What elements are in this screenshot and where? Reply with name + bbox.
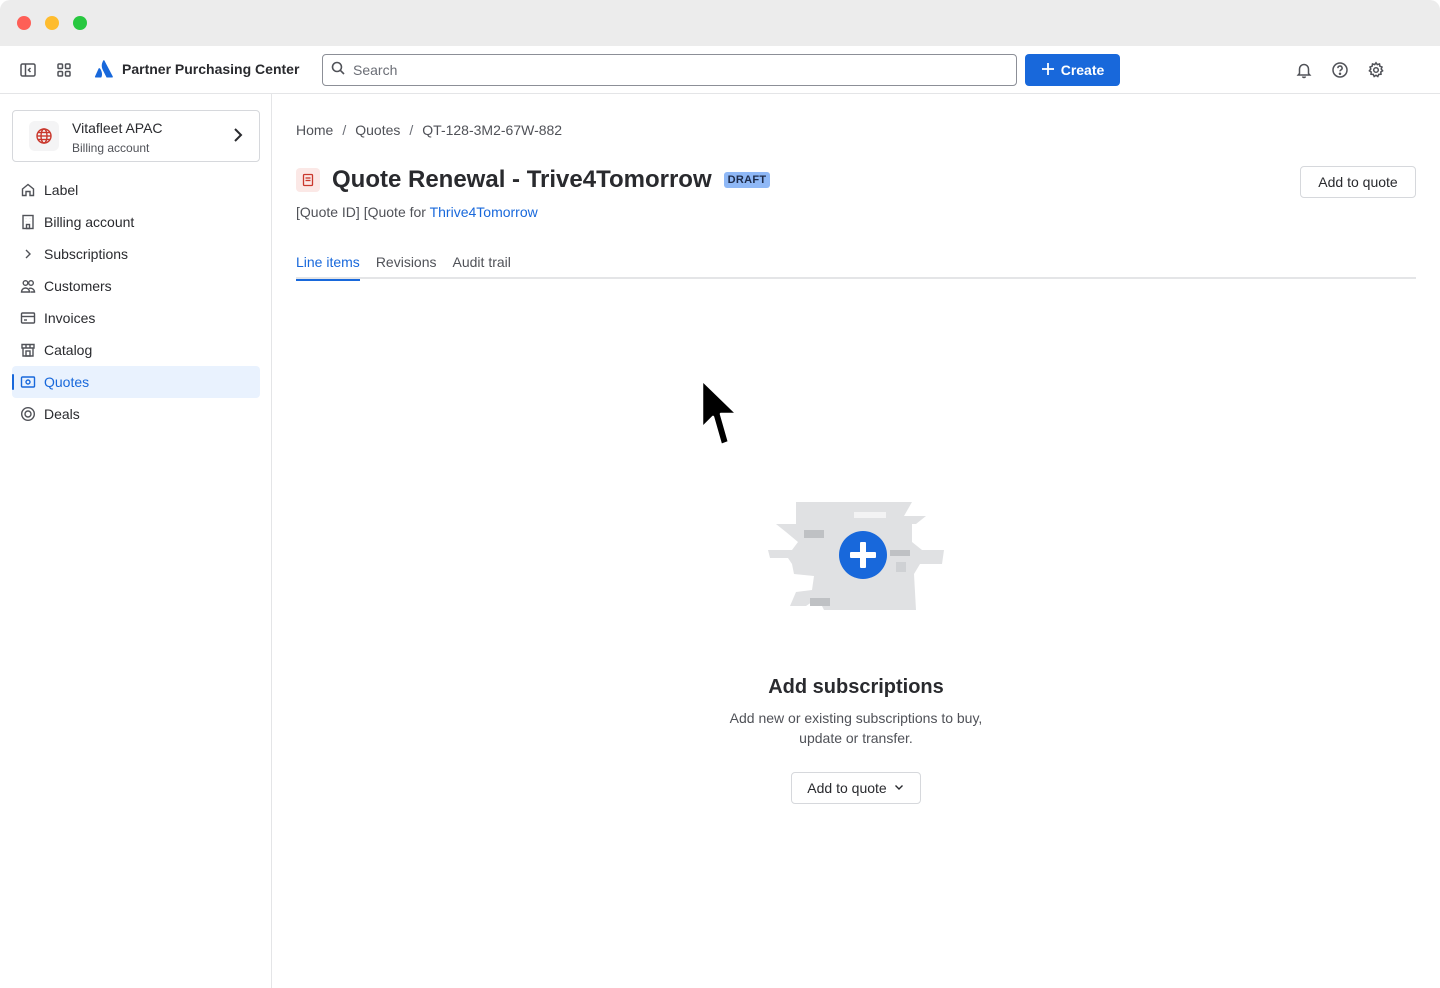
breadcrumb-quote-id[interactable]: QT-128-3M2-67W-882 bbox=[422, 122, 562, 138]
sidebar-item-label[interactable]: Label bbox=[12, 174, 260, 206]
breadcrumb-quotes[interactable]: Quotes bbox=[355, 122, 400, 138]
empty-state-description: Add new or existing subscriptions to buy… bbox=[729, 710, 983, 746]
tab-bar: Line items Revisions Audit trail bbox=[296, 254, 1416, 281]
empty-state-illustration bbox=[766, 494, 946, 619]
document-icon bbox=[296, 168, 320, 192]
people-icon bbox=[20, 278, 36, 294]
status-badge: DRAFT bbox=[723, 172, 771, 188]
add-to-quote-dropdown-button[interactable]: Add to quote bbox=[791, 772, 921, 804]
breadcrumb-separator: / bbox=[409, 122, 414, 138]
card-icon bbox=[20, 310, 36, 326]
chevron-right-icon bbox=[233, 127, 243, 148]
add-to-quote-button[interactable]: Add to quote bbox=[1300, 166, 1416, 198]
sidebar-item-deals[interactable]: Deals bbox=[12, 398, 260, 430]
search-input[interactable] bbox=[353, 62, 993, 78]
sidebar-item-catalog[interactable]: Catalog bbox=[12, 334, 260, 366]
create-button-label: Create bbox=[1060, 62, 1105, 78]
settings-gear-icon[interactable] bbox=[1362, 56, 1390, 84]
sidebar-item-subscriptions[interactable]: Subscriptions bbox=[12, 238, 260, 270]
sidebar-item-billing-account[interactable]: Billing account bbox=[12, 206, 260, 238]
quote-icon bbox=[20, 374, 36, 390]
app-switcher-icon[interactable] bbox=[50, 56, 78, 84]
create-button[interactable]: Create bbox=[1025, 54, 1120, 86]
sidebar-item-text: Deals bbox=[44, 406, 80, 422]
subtitle-prefix: [Quote ID] [Quote for bbox=[296, 204, 430, 220]
sidebar-item-text: Invoices bbox=[44, 310, 96, 326]
page-header: Quote Renewal - Trive4Tomorrow DRAFT bbox=[296, 166, 771, 194]
maximize-window-button[interactable] bbox=[73, 16, 87, 30]
account-subtitle: Billing account bbox=[72, 141, 150, 155]
breadcrumb: Home / Quotes / QT-128-3M2-67W-882 bbox=[296, 122, 562, 138]
globe-icon bbox=[29, 121, 59, 151]
sidebar-item-text: Quotes bbox=[44, 374, 90, 390]
search-icon bbox=[331, 61, 345, 80]
empty-state-title: Add subscriptions bbox=[768, 676, 944, 698]
help-icon[interactable] bbox=[1326, 56, 1354, 84]
window-titlebar bbox=[0, 0, 1440, 46]
sidebar-toggle-icon[interactable] bbox=[14, 56, 42, 84]
main-content: Home / Quotes / QT-128-3M2-67W-882 Quote… bbox=[272, 94, 1440, 988]
sidebar-item-text: Label bbox=[44, 182, 79, 198]
add-to-quote-label: Add to quote bbox=[807, 780, 887, 796]
sidebar-item-customers[interactable]: Customers bbox=[12, 270, 260, 302]
sidebar-item-text: Billing account bbox=[44, 214, 135, 230]
tab-revisions[interactable]: Revisions bbox=[376, 254, 437, 279]
target-icon bbox=[20, 406, 36, 422]
mouse-pointer-icon bbox=[700, 378, 740, 453]
sidebar-item-text: Customers bbox=[44, 278, 112, 294]
search-field[interactable] bbox=[322, 54, 1017, 86]
chevron-down-icon bbox=[893, 780, 905, 796]
quote-subtitle: [Quote ID] [Quote for Thrive4Tomorrow bbox=[296, 204, 538, 220]
breadcrumb-separator: / bbox=[342, 122, 347, 138]
atlassian-logo-icon[interactable] bbox=[94, 59, 114, 79]
tab-audit-trail[interactable]: Audit trail bbox=[453, 254, 511, 279]
sidebar-item-text: Catalog bbox=[44, 342, 93, 358]
sidebar: Vitafleet APAC Billing account Label Bil… bbox=[0, 94, 272, 988]
app-name[interactable]: Partner Purchasing Center bbox=[122, 61, 299, 77]
close-window-button[interactable] bbox=[17, 16, 31, 30]
minimize-window-button[interactable] bbox=[45, 16, 59, 30]
store-icon bbox=[20, 342, 36, 358]
notifications-bell-icon[interactable] bbox=[1290, 56, 1318, 84]
page-title: Quote Renewal - Trive4Tomorrow bbox=[332, 166, 712, 193]
billing-account-switcher[interactable]: Vitafleet APAC Billing account bbox=[12, 110, 260, 162]
home-icon bbox=[20, 182, 36, 198]
tab-line-items[interactable]: Line items bbox=[296, 254, 360, 281]
account-name: Vitafleet APAC bbox=[72, 120, 163, 136]
add-circle-icon bbox=[839, 531, 887, 579]
chevron-right-icon[interactable] bbox=[20, 246, 36, 262]
sidebar-nav: Label Billing account Subscriptions Cust… bbox=[12, 174, 260, 430]
breadcrumb-home[interactable]: Home bbox=[296, 122, 333, 138]
top-navigation: Partner Purchasing Center Create bbox=[0, 46, 1440, 94]
building-icon bbox=[20, 214, 36, 230]
sidebar-item-quotes[interactable]: Quotes bbox=[12, 366, 260, 398]
sidebar-item-text: Subscriptions bbox=[44, 246, 129, 262]
sidebar-item-invoices[interactable]: Invoices bbox=[12, 302, 260, 334]
customer-link[interactable]: Thrive4Tomorrow bbox=[430, 204, 538, 220]
plus-icon bbox=[1041, 62, 1055, 79]
